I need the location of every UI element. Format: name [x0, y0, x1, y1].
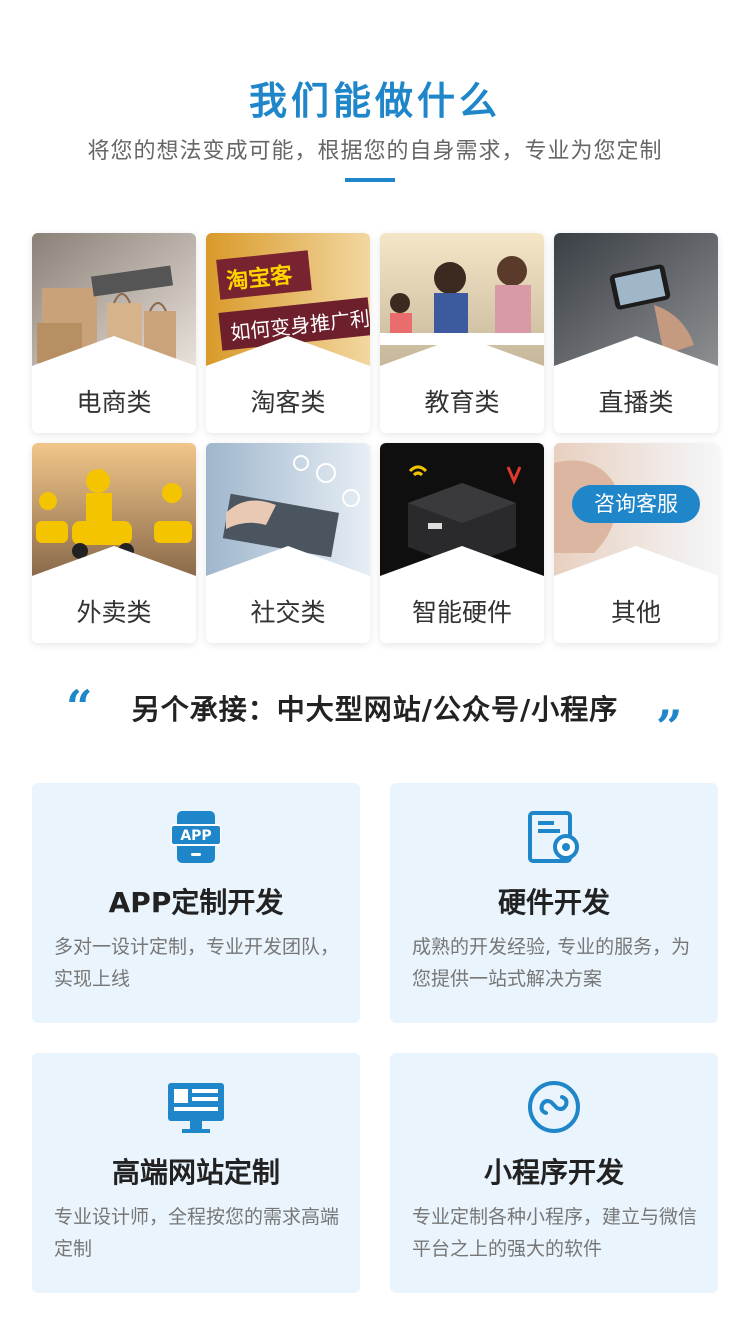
monitor-icon	[32, 1079, 360, 1135]
phone-live-image	[554, 233, 718, 366]
category-card-other[interactable]: 咨询客服 其他	[554, 443, 718, 643]
children-painting-image	[380, 233, 544, 366]
shopping-bags-image	[32, 233, 196, 366]
page-subtitle: 将您的想法变成可能，根据您的自身需求，专业为您定制	[87, 139, 663, 164]
category-label: 电商类	[76, 388, 152, 417]
category-label: 外卖类	[76, 598, 152, 627]
category-label: 直播类	[598, 388, 674, 417]
category-label: 社交类	[250, 598, 326, 627]
category-label: 淘客类	[250, 388, 326, 417]
service-title: 硬件开发	[497, 886, 610, 919]
service-title: 小程序开发	[483, 1156, 624, 1189]
category-label: 教育类	[424, 388, 500, 417]
category-card-ecommerce[interactable]: 电商类	[32, 233, 196, 433]
category-label: 其他	[610, 598, 661, 627]
svg-text:APP: APP	[180, 828, 211, 844]
customer-service-image: 咨询客服	[554, 443, 718, 576]
delivery-riders-image	[32, 443, 196, 576]
smart-device-image	[380, 443, 544, 576]
title-underline	[345, 178, 395, 182]
mini-program-icon	[390, 1079, 718, 1135]
service-desc: 多对一设计定制，专业开发团队，实现上线	[54, 936, 340, 990]
service-desc: 专业定制各种小程序，建立与微信平台之上的强大的软件	[412, 1206, 698, 1260]
service-title: 高端网站定制	[111, 1156, 280, 1189]
service-desc: 专业设计师，全程按您的需求高端定制	[54, 1206, 340, 1260]
category-card-delivery[interactable]: 外卖类	[32, 443, 196, 643]
app-phone-icon: APP	[32, 809, 360, 865]
service-desc: 成熟的开发经验, 专业的服务，为您提供一站式解决方案	[412, 936, 691, 990]
consult-badge-text: 咨询客服	[594, 492, 678, 516]
taobao-banner-image: 淘宝客 如何变身推广利	[206, 233, 370, 366]
category-card-taoke[interactable]: 淘宝客 如何变身推广利 淘客类	[206, 233, 370, 433]
category-label: 智能硬件	[411, 598, 512, 627]
hardware-gear-icon	[390, 809, 718, 865]
category-card-education[interactable]: 教育类	[380, 233, 544, 433]
category-grid: 电商类 淘宝客 如何变身推广利 淘客类 教育类 直播类 外卖类 社交类 智能硬件…	[32, 233, 718, 643]
category-card-social[interactable]: 社交类	[206, 443, 370, 643]
service-card-website[interactable]: 高端网站定制 专业设计师，全程按您的需求高端定制	[32, 1053, 360, 1293]
laptop-social-image	[206, 443, 370, 576]
category-card-live[interactable]: 直播类	[554, 233, 718, 433]
service-title: APP定制开发	[108, 886, 284, 919]
quote-close-mark: ”	[656, 700, 683, 754]
service-card-app[interactable]: APP APP定制开发 多对一设计定制，专业开发团队，实现上线	[32, 783, 360, 1023]
quote-line: 另个承接：中大型网站/公众号/小程序	[0, 688, 750, 728]
service-card-hardware[interactable]: 硬件开发 成熟的开发经验, 专业的服务，为您提供一站式解决方案	[390, 783, 718, 1023]
page-title: 我们能做什么	[248, 79, 501, 123]
quote-text: 另个承接：中大型网站/公众号/小程序	[131, 693, 619, 726]
category-card-hardware[interactable]: 智能硬件	[380, 443, 544, 643]
service-card-mini-program[interactable]: 小程序开发 专业定制各种小程序，建立与微信平台之上的强大的软件	[390, 1053, 718, 1293]
